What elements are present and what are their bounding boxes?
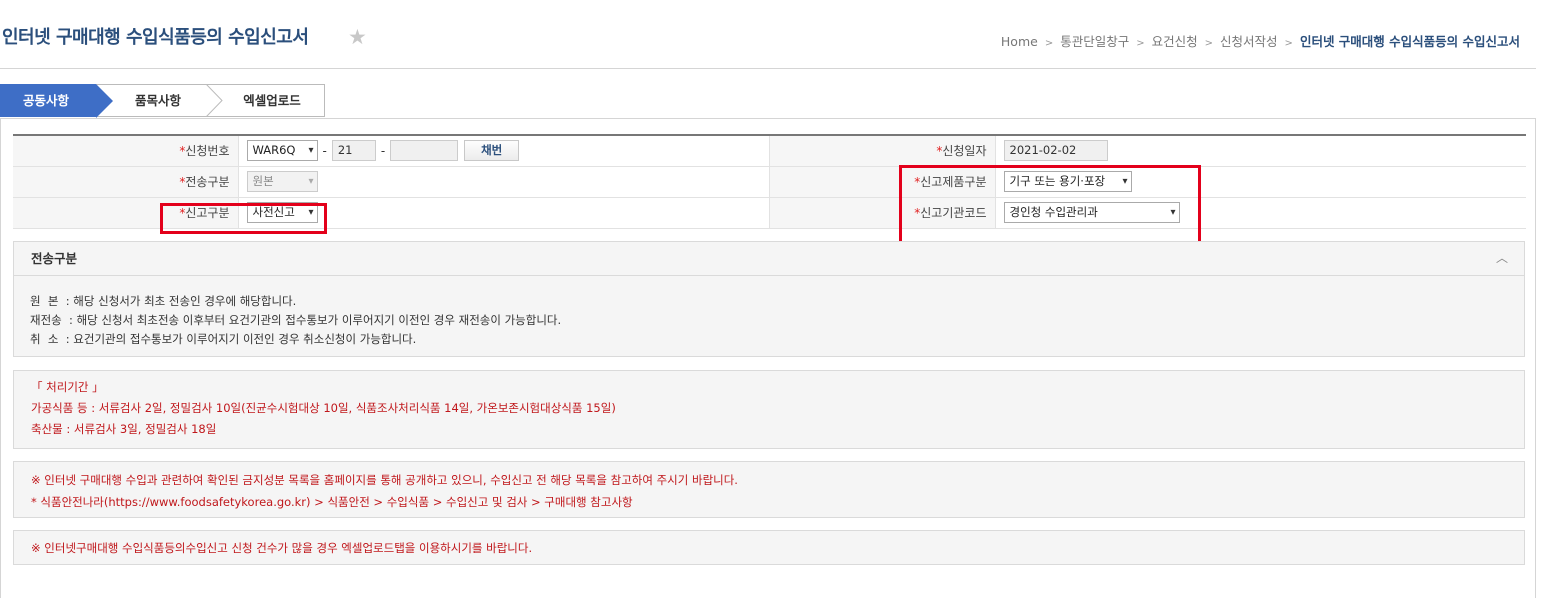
send-type-label-text: 전송구분 bbox=[185, 175, 230, 189]
breadcrumb-item[interactable]: 통관단일창구 bbox=[1060, 34, 1129, 49]
tab-separator-icon bbox=[205, 84, 223, 117]
app-no-year-input[interactable]: 21 bbox=[331, 140, 376, 162]
dash: - bbox=[380, 143, 386, 158]
product-type-select[interactable]: 기구 또는 용기·포장 ▾ bbox=[1003, 171, 1132, 192]
dash: - bbox=[322, 143, 327, 158]
chevron-right-icon: > bbox=[1204, 38, 1214, 49]
page-title: 인터넷 구매대행 수입식품등의 수입신고서 bbox=[2, 27, 309, 48]
chevron-down-icon: ▾ bbox=[308, 176, 314, 187]
chevron-right-icon: > bbox=[1044, 38, 1054, 49]
send-type-info-title: 전송구분 bbox=[31, 251, 78, 266]
tab-items[interactable]: 품목사항 bbox=[116, 84, 200, 117]
info-line: 재전송 : 해당 신청서 최초전송 이후부터 요건기관의 접수통보가 이루어지기… bbox=[30, 313, 562, 327]
product-type-label: *신고제품구분 bbox=[768, 166, 995, 198]
app-date-cell: 2021-02-02 bbox=[994, 135, 1526, 167]
notice-line: ※ 인터넷 구매대행 수입과 관련하여 확인된 금지성분 목록을 홈페이지를 통… bbox=[31, 473, 738, 487]
notice-line: 가공식품 등 : 서류검사 2일, 정밀검사 10일(진균수시험대상 10일, … bbox=[31, 401, 616, 415]
app-date-input[interactable]: 2021-02-02 bbox=[1003, 140, 1108, 162]
star-icon[interactable]: ★ bbox=[348, 24, 367, 50]
chevron-down-icon: ▾ bbox=[308, 145, 314, 157]
issue-number-button[interactable]: 채번 bbox=[464, 140, 520, 162]
excel-upload-notice: ※ 인터넷구매대행 수입식품등의수입신고 신청 건수가 많을 경우 엑셀업로드탭… bbox=[13, 530, 1525, 565]
info-line: 원 본 : 해당 신청서가 최초 전송인 경우에 해당합니다. bbox=[30, 294, 297, 308]
agency-code-select[interactable]: 경인청 수입관리과 ▾ bbox=[1003, 202, 1180, 223]
app-no-prefix-value: WAR6Q bbox=[252, 143, 296, 158]
application-form: *신청번호 WAR6Q ▾ -21- 채번 *신청일자 2021-02-02 *전송구… bbox=[13, 134, 1526, 229]
chevron-down-icon: ▾ bbox=[1170, 207, 1176, 218]
chevron-right-icon: > bbox=[1136, 38, 1145, 49]
tab-bar: 공동사항 품목사항 엑셀업로드 bbox=[0, 84, 326, 118]
send-type-info-body: 원 본 : 해당 신청서가 최초 전송인 경우에 해당합니다. 재전송 : 해당… bbox=[14, 276, 1524, 349]
send-type-label: *전송구분 bbox=[13, 166, 238, 198]
notice-line: ※ 인터넷구매대행 수입식품등의수입신고 신청 건수가 많을 경우 엑셀업로드탭… bbox=[31, 541, 533, 555]
product-type-label-text: 신고제품구분 bbox=[920, 175, 987, 189]
processing-period-notice: 「 처리기간 」 가공식품 등 : 서류검사 2일, 정밀검사 10일(진균수시… bbox=[13, 370, 1525, 449]
app-no-cell: WAR6Q ▾ -21- 채번 bbox=[237, 135, 769, 167]
notice-line[interactable]: * 식품안전나라(https://www.foodsafetykorea.go.… bbox=[31, 491, 1524, 513]
page-header: 인터넷 구매대행 수입식품등의 수입신고서 ★ Home > 통관단일창구 > 요건신청… bbox=[0, 0, 1536, 69]
chevron-right-icon: > bbox=[1284, 38, 1293, 49]
report-type-value: 사전신고 bbox=[252, 205, 295, 219]
form-row: *전송구분 원본 ▾ *신고제품구분 기구 또는 용기·포장 ▾ bbox=[13, 166, 1526, 198]
breadcrumb-item[interactable]: 신청서작성 bbox=[1220, 34, 1278, 49]
product-type-value: 기구 또는 용기·포장 bbox=[1009, 174, 1106, 188]
agency-code-label-text: 신고기관코드 bbox=[920, 206, 987, 220]
report-type-label: *신고구분 bbox=[13, 197, 238, 229]
agency-code-label: *신고기관코드 bbox=[768, 197, 995, 229]
breadcrumb-home[interactable]: Home bbox=[1001, 34, 1038, 49]
tab-excel-upload[interactable]: 엑셀업로드 bbox=[222, 84, 322, 117]
breadcrumb-item[interactable]: 요건신청 bbox=[1152, 34, 1198, 49]
report-type-cell: 사전신고 ▾ bbox=[237, 197, 769, 229]
app-no-prefix-select[interactable]: WAR6Q ▾ bbox=[246, 140, 318, 162]
report-type-label-text: 신고구분 bbox=[185, 206, 230, 220]
app-no-label-text: 신청번호 bbox=[185, 144, 230, 159]
notice-line: 「 처리기간 」 bbox=[31, 380, 104, 394]
chevron-up-icon[interactable]: ︿ bbox=[1496, 242, 1508, 275]
form-row: *신고구분 사전신고 ▾ *신고기관코드 경인청 수입관리과 ▾ bbox=[13, 197, 1526, 229]
send-type-info-header[interactable]: 전송구분 ︿ bbox=[14, 242, 1524, 276]
app-date-label-text: 신청일자 bbox=[942, 144, 987, 159]
chevron-down-icon: ▾ bbox=[308, 207, 314, 218]
breadcrumb-current: 인터넷 구매대행 수입식품등의 수입신고서 bbox=[1299, 34, 1520, 49]
send-type-info-panel: 전송구분 ︿ 원 본 : 해당 신청서가 최초 전송인 경우에 해당합니다. 재… bbox=[13, 241, 1525, 357]
breadcrumb: Home > 통관단일창구 > 요건신청 > 신청서작성 > 인터넷 구매대행 수입식품등의 수… bbox=[1001, 31, 1520, 50]
app-no-serial-input[interactable] bbox=[390, 140, 459, 162]
notice-line: 축산물 : 서류검사 3일, 정밀검사 18일 bbox=[31, 422, 217, 436]
send-type-select: 원본 ▾ bbox=[246, 171, 318, 192]
app-date-label: *신청일자 bbox=[768, 135, 995, 167]
product-type-cell: 기구 또는 용기·포장 ▾ bbox=[994, 166, 1526, 198]
form-row: *신청번호 WAR6Q ▾ -21- 채번 *신청일자 2021-02-02 bbox=[13, 135, 1526, 167]
agency-code-value: 경인청 수입관리과 bbox=[1009, 205, 1098, 219]
chevron-down-icon: ▾ bbox=[1122, 176, 1128, 187]
tab-active-arrow bbox=[96, 84, 113, 118]
send-type-value: 원본 bbox=[252, 174, 274, 188]
agency-code-cell: 경인청 수입관리과 ▾ bbox=[994, 197, 1526, 229]
send-type-cell: 원본 ▾ bbox=[237, 166, 769, 198]
app-no-label: *신청번호 bbox=[13, 135, 238, 167]
report-type-select[interactable]: 사전신고 ▾ bbox=[246, 202, 318, 223]
prohibited-ingredients-notice: ※ 인터넷 구매대행 수입과 관련하여 확인된 금지성분 목록을 홈페이지를 통… bbox=[13, 461, 1525, 518]
tab-common[interactable]: 공동사항 bbox=[0, 84, 96, 117]
info-line: 취 소 : 요건기관의 접수통보가 이루어지기 이전인 경우 취소신청이 가능합… bbox=[30, 332, 417, 346]
